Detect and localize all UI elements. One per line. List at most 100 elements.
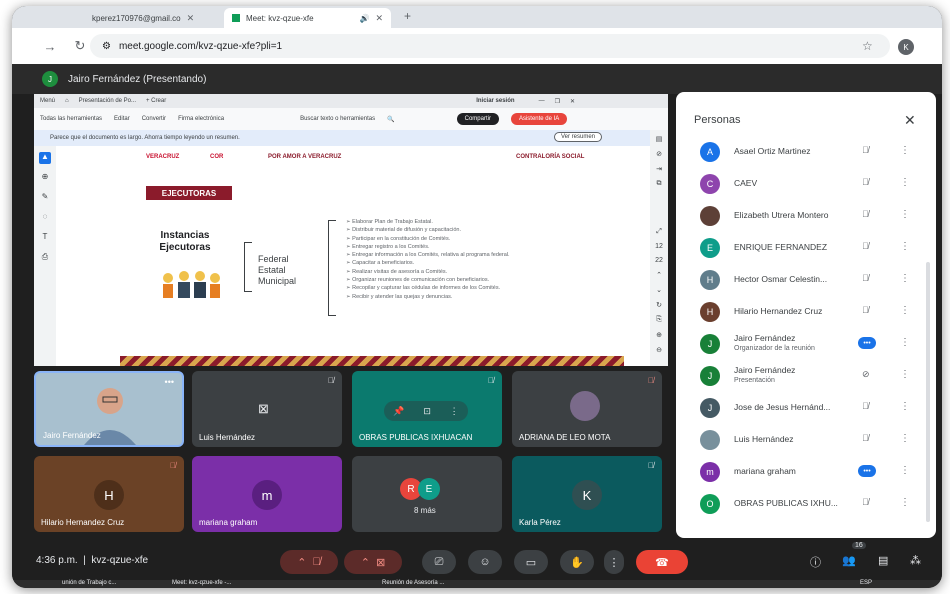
tab-gmail[interactable]: kperez170976@gmail.co ✕: [84, 8, 202, 28]
language-indicator[interactable]: ESP: [860, 580, 872, 586]
more-vert-icon[interactable]: ⋮: [900, 273, 910, 284]
participant-tile[interactable]: ••• Jairo Fernández: [34, 371, 184, 447]
page-down-icon[interactable]: ⌄: [650, 286, 668, 294]
pin-icon[interactable]: 📌: [393, 406, 404, 417]
zoom-tool-icon[interactable]: ⊕: [39, 172, 51, 184]
text-tool-icon[interactable]: T: [39, 232, 51, 244]
tab-meet[interactable]: Meet: kvz-qzue-xfe 🔊 ✕: [224, 8, 392, 28]
frame-icon[interactable]: ⊡: [423, 406, 431, 417]
share-button[interactable]: Compartir: [456, 113, 499, 125]
menu-convert[interactable]: Convertir: [142, 116, 166, 122]
maximize-icon[interactable]: ❐: [555, 98, 560, 105]
select-tool-icon[interactable]: ▲: [39, 152, 51, 164]
pen-tool-icon[interactable]: ✎: [39, 192, 51, 204]
comment-icon[interactable]: ▤: [650, 135, 668, 143]
close-tab-icon[interactable]: ✕: [187, 13, 195, 24]
more-options-button[interactable]: ⋮: [604, 550, 624, 574]
menu-edit[interactable]: Editar: [114, 116, 130, 122]
reader-create-tab[interactable]: + Crear: [146, 98, 166, 104]
participant-row[interactable]: A Asael Ortiz Martinez 🎙̸ ⋮: [676, 136, 936, 168]
close-panel-icon[interactable]: ✕: [904, 112, 916, 129]
search-tools[interactable]: Buscar texto o herramientas: [300, 116, 375, 122]
reader-doc-tab[interactable]: Presentación de Po...: [79, 98, 136, 104]
participant-row[interactable]: J Jairo Fernández Organizador de la reun…: [676, 328, 936, 360]
chevron-up-icon[interactable]: ⌃: [297, 556, 306, 569]
taskbar-item[interactable]: Reunión de Asesoría ...: [382, 580, 444, 586]
chat-icon[interactable]: ▤: [878, 554, 888, 567]
more-vert-icon[interactable]: ⋮: [900, 369, 910, 380]
zoom-in-icon[interactable]: ⊕: [650, 331, 668, 339]
bookmark-star-icon[interactable]: ☆: [862, 39, 873, 53]
view-summary-button[interactable]: Ver resumen: [554, 132, 603, 142]
zoom-out-icon[interactable]: ⊖: [650, 346, 668, 354]
participant-tile[interactable]: 🎙̸ ⊠ Luis Hernández: [192, 371, 342, 447]
reactions-button[interactable]: ☺: [468, 550, 502, 574]
ai-assistant-button[interactable]: Asistente de IA: [510, 113, 568, 125]
captions-button[interactable]: ▭: [514, 550, 548, 574]
profile-avatar[interactable]: K: [898, 39, 914, 55]
reader-menu[interactable]: Menú: [40, 98, 55, 104]
more-participants-tile[interactable]: R E 8 más: [352, 456, 502, 532]
participant-row[interactable]: Luis Hernández 🎙̸ ⋮: [676, 424, 936, 456]
participant-row[interactable]: C CAEV 🎙̸ ⋮: [676, 168, 936, 200]
menu-all-tools[interactable]: Todas las herramientas: [40, 116, 102, 122]
raise-hand-button[interactable]: ✋: [560, 550, 594, 574]
close-tab-icon[interactable]: ✕: [376, 13, 384, 24]
chevron-up-icon[interactable]: ⌃: [361, 556, 370, 569]
more-vert-icon[interactable]: ⋮: [900, 145, 910, 156]
participant-row[interactable]: H Hector Osmar Celestin... 🎙̸ ⋮: [676, 264, 936, 296]
participant-row[interactable]: J Jose de Jesus Hernánd... 🎙̸ ⋮: [676, 392, 936, 424]
export-icon[interactable]: ⇥: [650, 165, 668, 173]
participant-row[interactable]: E ENRIQUE FERNANDEZ 🎙̸ ⋮: [676, 232, 936, 264]
more-vert-icon[interactable]: ⋮: [900, 177, 910, 188]
participant-row[interactable]: O OBRAS PUBLICAS IXHU... 🎙̸ ⋮: [676, 488, 936, 520]
close-window-icon[interactable]: ✕: [570, 98, 575, 105]
more-vert-icon[interactable]: ⋮: [900, 497, 910, 508]
home-icon[interactable]: ⌂: [65, 98, 69, 104]
lasso-tool-icon[interactable]: ◌: [39, 212, 51, 224]
reload-icon[interactable]: ↻: [70, 38, 90, 54]
taskbar-item[interactable]: unión de Trabajo c...: [62, 580, 116, 586]
camera-toggle-button[interactable]: ⌃ ⊠: [344, 550, 402, 574]
leave-call-button[interactable]: ☎: [636, 550, 688, 574]
activities-icon[interactable]: ⁂: [910, 554, 921, 567]
participant-row[interactable]: H Hilario Hernandez Cruz 🎙̸ ⋮: [676, 296, 936, 328]
participant-tile[interactable]: 🎙̸ K Karla Pérez: [512, 456, 662, 532]
link-icon[interactable]: ⊘: [650, 150, 668, 158]
reader-sign-in[interactable]: Iniciar sesión: [476, 98, 514, 104]
more-vert-icon[interactable]: ⋮: [900, 209, 910, 220]
back-arrow-icon[interactable]: →: [40, 39, 60, 54]
pages-icon[interactable]: ⧉: [650, 180, 668, 188]
participant-tile[interactable]: 🎙̸ 📌 ⊡ ⋮ OBRAS PUBLICAS IXHUACAN: [352, 371, 502, 447]
people-icon[interactable]: 👥: [842, 554, 856, 567]
search-icon[interactable]: 🔍: [387, 116, 394, 123]
participant-row[interactable]: m mariana graham ••• ⋮: [676, 456, 936, 488]
participant-tile[interactable]: m mariana graham: [192, 456, 342, 532]
menu-sign[interactable]: Firma electrónica: [178, 116, 224, 122]
more-vert-icon[interactable]: ⋮: [900, 337, 910, 348]
more-vert-icon[interactable]: ⋮: [900, 401, 910, 412]
present-button[interactable]: ⎚: [422, 550, 456, 574]
participant-tile[interactable]: 🎙̸ ADRIANA DE LEO MOTA: [512, 371, 662, 447]
more-vert-icon[interactable]: ⋮: [900, 465, 910, 476]
panel-scrollbar[interactable]: [926, 262, 930, 522]
refresh-icon[interactable]: ↻: [650, 301, 668, 309]
participant-row[interactable]: Elizabeth Utrera Montero 🎙̸ ⋮: [676, 200, 936, 232]
tile-more-icon[interactable]: •••: [165, 377, 174, 387]
mic-toggle-button[interactable]: ⌃ 🎙̸: [280, 550, 338, 574]
page-up-icon[interactable]: ⌃: [650, 271, 668, 279]
taskbar-item[interactable]: Meet: kvz-qzue-xfe -...: [172, 580, 231, 586]
site-settings-icon[interactable]: ⚙: [102, 41, 111, 52]
address-bar[interactable]: ⚙ meet.google.com/kvz-qzue-xfe?pli=1: [90, 34, 890, 58]
participant-row[interactable]: J Jairo Fernández Presentación ⊘ ⋮: [676, 360, 936, 392]
info-icon[interactable]: ⓘ: [810, 554, 821, 570]
expand-icon[interactable]: ⤢: [650, 228, 668, 236]
new-tab-button[interactable]: +: [404, 9, 411, 23]
participant-tile[interactable]: 🎙̸ H Hilario Hernandez Cruz: [34, 456, 184, 532]
minimize-icon[interactable]: —: [539, 98, 545, 104]
more-vert-icon[interactable]: ⋮: [900, 305, 910, 316]
more-vert-icon[interactable]: ⋮: [450, 406, 459, 417]
save-icon[interactable]: ⎘: [650, 316, 668, 324]
stamp-tool-icon[interactable]: ⎙: [39, 252, 51, 264]
more-vert-icon[interactable]: ⋮: [900, 433, 910, 444]
